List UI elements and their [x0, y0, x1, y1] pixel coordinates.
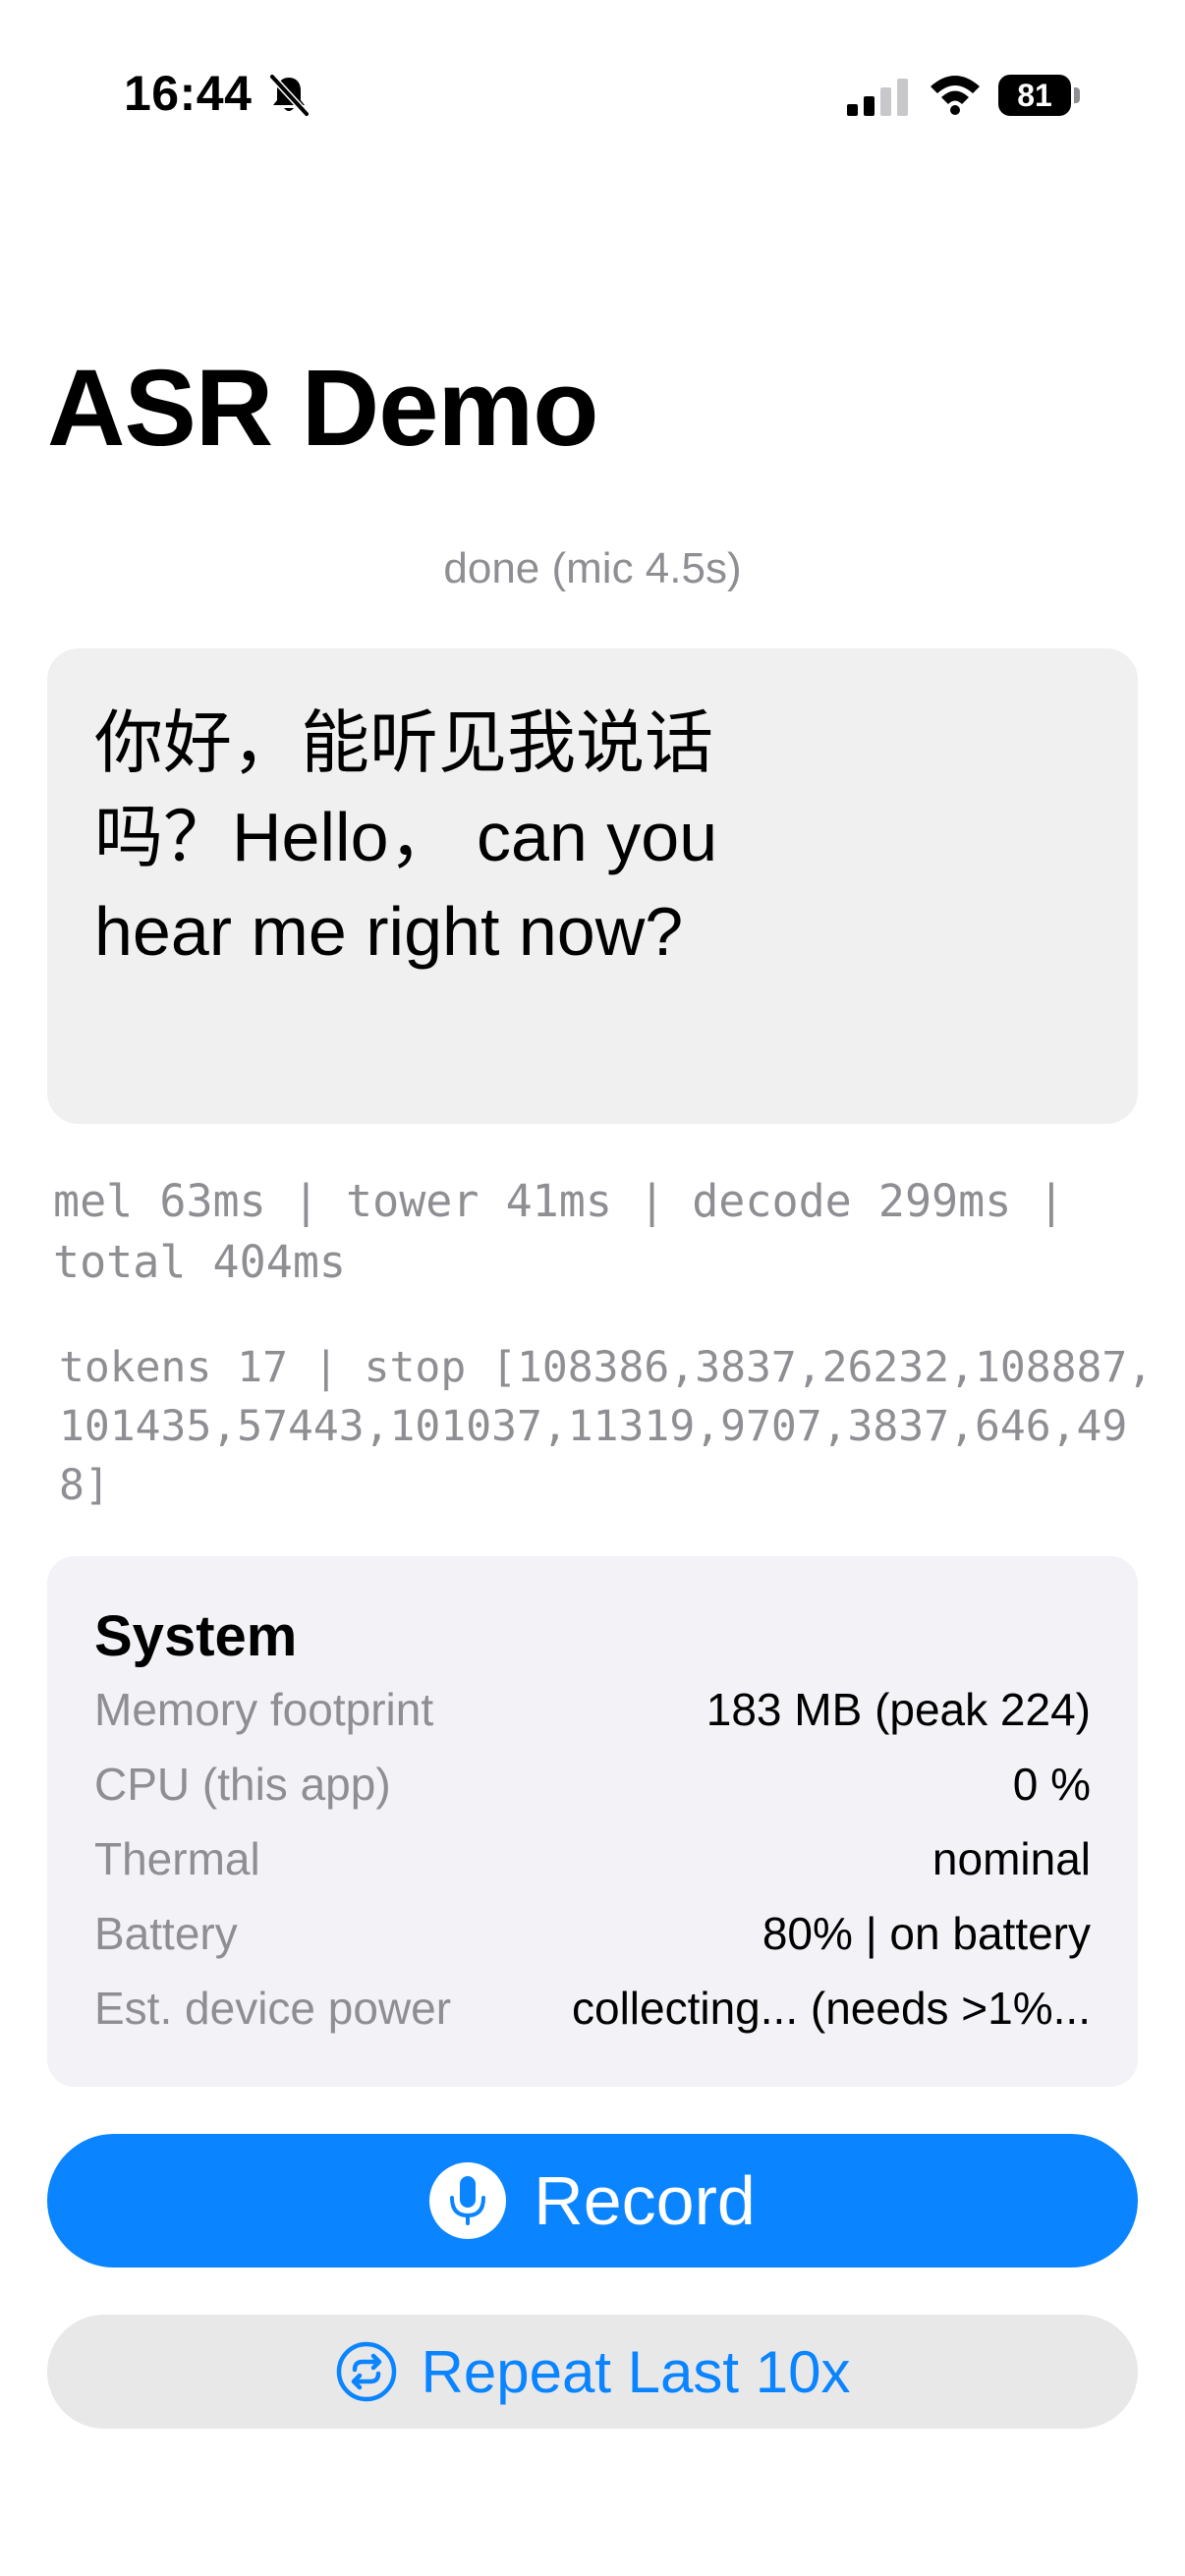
status-time: 16:44	[124, 66, 253, 121]
system-row-label: Thermal	[94, 1833, 260, 1884]
battery-icon: 81	[998, 75, 1081, 116]
repeat-label: Repeat Last 10x	[421, 2338, 851, 2405]
microphone-icon	[429, 2162, 507, 2239]
bell-slash-icon	[269, 74, 310, 117]
system-row-value: 80% | on battery	[762, 1908, 1091, 1959]
system-row-value: nominal	[931, 1833, 1091, 1884]
system-row-value: 183 MB (peak 224)	[705, 1684, 1091, 1735]
system-row-battery: Battery 80% | on battery	[94, 1904, 1091, 1963]
wifi-icon	[931, 76, 980, 115]
cellular-signal-icon	[847, 79, 908, 116]
system-row-label: Battery	[94, 1908, 238, 1959]
repeat-last-button[interactable]: Repeat Last 10x	[47, 2315, 1138, 2429]
battery-level: 81	[1017, 77, 1052, 113]
system-row-label: Memory footprint	[94, 1684, 434, 1735]
repeat-icon	[336, 2341, 396, 2402]
system-row-memory: Memory footprint 183 MB (peak 224)	[94, 1680, 1091, 1739]
system-row-value: collecting... (needs >1%...	[571, 1983, 1091, 2034]
record-button[interactable]: Record	[47, 2134, 1138, 2268]
system-row-power: Est. device power collecting... (needs >…	[94, 1979, 1091, 2038]
system-row-thermal: Thermal nominal	[94, 1829, 1091, 1888]
status-text: done (mic 4.5s)	[443, 544, 742, 592]
system-row-value: 0 %	[1012, 1759, 1091, 1810]
transcript-text: 你好，能听见我说话吗？Hello， can you hear me right …	[94, 704, 718, 970]
system-row-label: Est. device power	[94, 1983, 452, 2034]
system-row-cpu: CPU (this app) 0 %	[94, 1755, 1091, 1814]
record-label: Record	[534, 2162, 756, 2239]
token-stats: tokens 17 | stop [108386,3837,26232,1088…	[59, 1343, 1154, 1510]
system-title: System	[94, 1604, 298, 1668]
page-title: ASR Demo	[47, 348, 598, 469]
system-row-label: CPU (this app)	[94, 1759, 391, 1810]
timing-stats: mel 63ms | tower 41ms | decode 299ms | t…	[53, 1175, 1065, 1288]
